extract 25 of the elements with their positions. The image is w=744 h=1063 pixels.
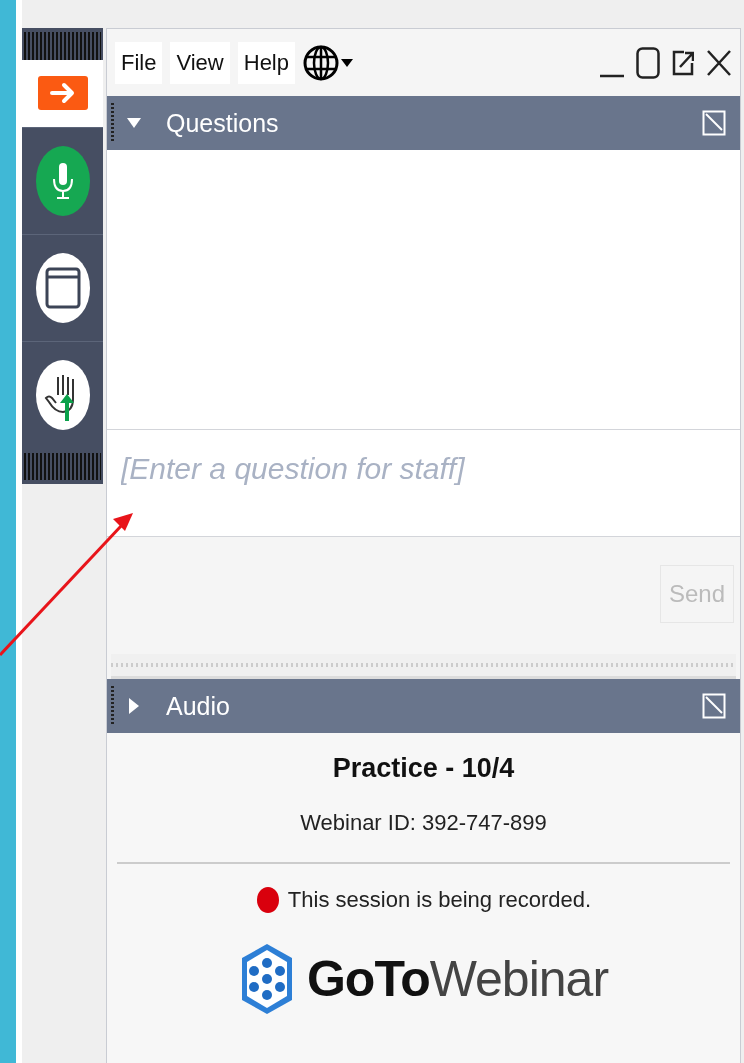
menu-item[interactable]: Help (237, 41, 295, 84)
maximize-icon[interactable] (636, 46, 660, 79)
panel-header[interactable]: Questions (107, 96, 740, 150)
raise-hand-icon (34, 359, 91, 431)
expand-triangle-icon[interactable] (128, 698, 140, 714)
drag-grip[interactable] (24, 452, 101, 480)
resize-grip[interactable] (111, 654, 736, 679)
menu-item[interactable]: View (170, 41, 230, 84)
webinar-id: Webinar ID: 392-747-899 (300, 810, 547, 836)
pop-out-icon[interactable] (672, 49, 694, 76)
close-icon[interactable] (706, 48, 732, 77)
recording-notice: This session is being recorded. (287, 887, 592, 913)
collapse-triangle-icon[interactable] (127, 117, 141, 129)
window-icon (34, 251, 91, 324)
panel-header[interactable]: Audio (107, 679, 740, 733)
product-logo-text: GoToWebinar (306, 950, 609, 1008)
panel-title: Audio (166, 691, 230, 721)
session-title: Practice - 10/4 (332, 753, 515, 784)
microphone-icon (34, 144, 91, 217)
drag-grip[interactable] (24, 32, 101, 60)
language-menu-icon[interactable] (303, 44, 353, 81)
sidebar-tab[interactable] (22, 59, 103, 128)
question-input-field[interactable]: [Enter a question for staff] (107, 429, 740, 537)
menu-item[interactable]: File (115, 41, 163, 84)
panel-title: Questions (166, 108, 279, 138)
